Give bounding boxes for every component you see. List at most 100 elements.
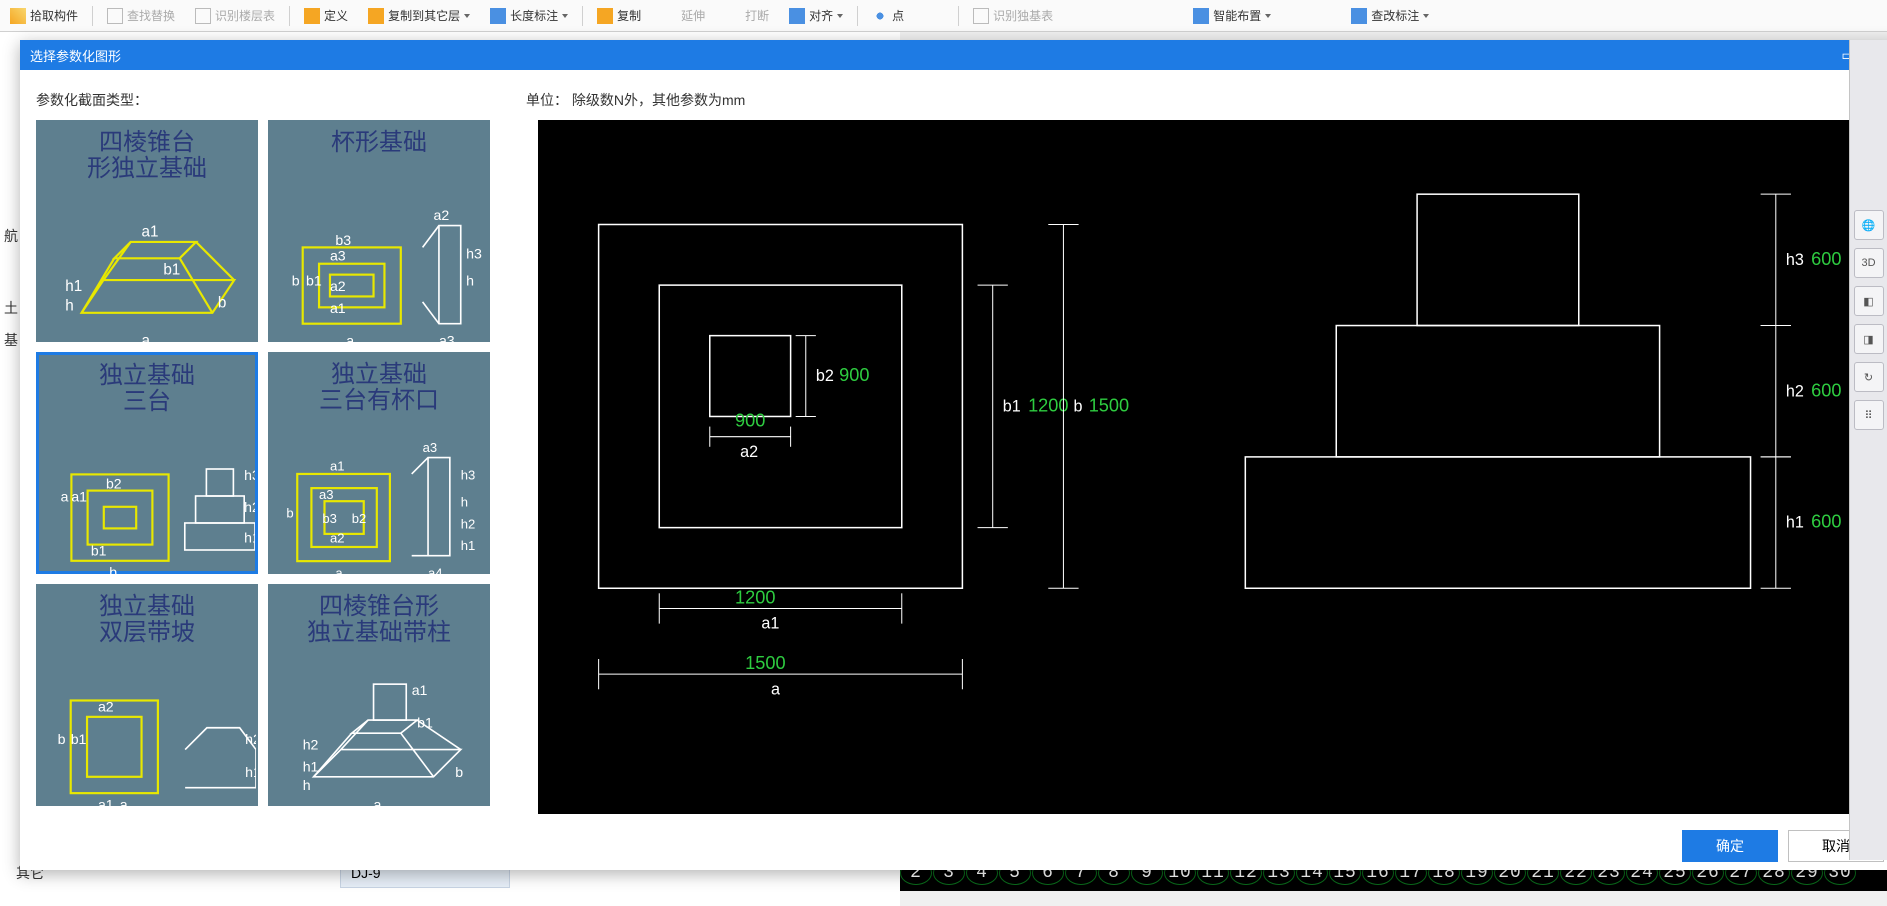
svg-text:h3: h3 (244, 467, 255, 483)
svg-text:a2: a2 (330, 279, 346, 295)
svg-text:h2: h2 (303, 738, 319, 754)
dim-a-label: a (771, 680, 780, 698)
svg-text:h2: h2 (244, 499, 255, 515)
dialog-title-bar[interactable]: 选择参数化图形 ▭ ✕ (20, 40, 1887, 70)
thumbnail-title: 四棱锥台形 独立基础带柱 (270, 586, 488, 655)
preview-canvas[interactable]: 900 a2 b2 900 12 (538, 120, 1887, 814)
tb-label: 对齐 (809, 7, 833, 24)
thumbnail-title: 独立基础 双层带坡 (38, 586, 256, 655)
thumbnail-sketch: a3b a1a3b3a2 b2aa4 h3hh2h1 (270, 414, 488, 572)
svg-text:a: a (142, 332, 151, 349)
left-panel-labels: 航 土 基 (0, 220, 22, 356)
tb-point[interactable]: 点 (862, 0, 914, 31)
dialog-footer: 确定 取消 (20, 822, 1887, 870)
thumbnail-item[interactable]: 四棱锥台形 独立基础带柱 a1b1 h2h1h ba (268, 584, 490, 806)
svg-text:a2: a2 (98, 699, 114, 715)
thumbnail-item[interactable]: 独立基础 双层带坡 bb1 a2a1a h2h1 (36, 584, 258, 806)
tb-copy[interactable]: 复制 (587, 0, 651, 31)
dialog-content: 四棱锥台 形独立基础 a1b1 h1h ba 杯形基础 a2h3h a3 bb1… (20, 120, 1887, 822)
thumbnail-item[interactable]: 四棱锥台 形独立基础 a1b1 h1h ba (36, 120, 258, 342)
thumbnail-sketch: bb1 a2a1a h2h1 (38, 646, 256, 804)
svg-text:h: h (461, 495, 468, 510)
separator (958, 6, 959, 26)
svg-text:h1: h1 (245, 765, 256, 781)
dimension-icon (490, 8, 506, 24)
svg-text:b1: b1 (163, 262, 180, 279)
tb-dimension[interactable]: 长度标注 (480, 0, 578, 31)
tb-label: 长度标注 (510, 7, 558, 24)
dialog-body: 参数化截面类型： 单位： 除级数N外，其他参数为mm 四棱锥台 形独立基础 a1… (20, 70, 1887, 870)
svg-text:a1: a1 (412, 683, 428, 699)
tb-line[interactable] (914, 0, 954, 31)
extend-icon (661, 8, 677, 24)
tb-label: 识别独基表 (993, 7, 1053, 24)
tb-label: 拾取构件 (30, 7, 78, 24)
copy-icon (597, 8, 613, 24)
dim-b1-value: 1200 (1028, 395, 1068, 415)
separator (582, 6, 583, 26)
svg-text:a3: a3 (330, 248, 346, 264)
dialog-title: 选择参数化图形 (30, 46, 121, 65)
rotate-icon[interactable]: ↻ (1854, 362, 1884, 392)
tb-extend[interactable]: 延伸 (651, 0, 715, 31)
dim-b-label: b (1074, 397, 1083, 415)
svg-text:b3: b3 (322, 511, 337, 526)
check-dim-icon (1351, 8, 1367, 24)
tb-check-dim[interactable]: 查改标注 (1341, 0, 1439, 31)
chevron-down-icon (562, 14, 568, 18)
tb-recognize-floor[interactable]: 识别楼层表 (185, 0, 285, 31)
svg-text:h: h (65, 298, 73, 315)
tb-smart-layout[interactable]: 智能布置 (1183, 0, 1281, 31)
tb-find[interactable]: 查找替换 (97, 0, 185, 31)
view-3d-icon[interactable]: 3D (1854, 248, 1884, 278)
cube-back-icon[interactable]: ◨ (1854, 324, 1884, 354)
svg-text:a1: a1 (142, 223, 159, 240)
separator (857, 6, 858, 26)
thumbnail-item[interactable]: 杯形基础 a2h3h a3 bb1 a3a2a1 b3a (268, 120, 490, 342)
svg-text:a2: a2 (433, 208, 449, 224)
thumbnails-panel[interactable]: 四棱锥台 形独立基础 a1b1 h1h ba 杯形基础 a2h3h a3 bb1… (36, 120, 526, 814)
tb-label: 查找替换 (127, 7, 175, 24)
ok-button[interactable]: 确定 (1682, 830, 1778, 862)
svg-text:h3: h3 (461, 467, 476, 482)
svg-text:b: b (292, 274, 300, 290)
tb-align[interactable]: 对齐 (779, 0, 853, 31)
globe-icon[interactable]: 🌐 (1854, 210, 1884, 240)
svg-text:h: h (303, 778, 311, 794)
chevron-down-icon (837, 14, 843, 18)
svg-text:a: a (346, 333, 354, 349)
unit-label: 单位： 除级数N外，其他参数为mm (526, 90, 1884, 110)
tb-label: 复制到其它层 (388, 7, 460, 24)
recognize-icon (973, 8, 989, 24)
thumbnail-item[interactable]: 独立基础 三台 aa1 b2b1b h3h2h1 (36, 352, 258, 574)
thumbnail-item[interactable]: 独立基础 三台有杯口 a3b a1a3b3a2 b2aa4 h3hh2h1 (268, 352, 490, 574)
tb-copy-layer[interactable]: 复制到其它层 (358, 0, 480, 31)
dim-h2-label: h2 (1786, 382, 1804, 400)
tb-pick[interactable]: 拾取构件 (0, 0, 88, 31)
svg-text:h1: h1 (244, 529, 255, 545)
svg-text:a3: a3 (423, 440, 438, 455)
svg-text:a2: a2 (330, 531, 345, 546)
tb-define[interactable]: 定义 (294, 0, 358, 31)
svg-text:b: b (455, 765, 463, 781)
svg-text:h2: h2 (461, 516, 476, 531)
svg-text:a3: a3 (439, 333, 455, 349)
cube-front-icon[interactable]: ◧ (1854, 286, 1884, 316)
keypad-icon[interactable]: ⠿ (1854, 400, 1884, 430)
dim-h1-label: h1 (1786, 514, 1804, 532)
svg-text:a: a (374, 797, 382, 813)
tb-recognize-foundation[interactable]: 识别独基表 (963, 0, 1063, 31)
chevron-down-icon (1423, 14, 1429, 18)
svg-text:b1: b1 (91, 542, 107, 558)
tb-label: 识别楼层表 (215, 7, 275, 24)
separator (289, 6, 290, 26)
right-tool-strip: 🌐 3D ◧ ◨ ↻ ⠿ (1849, 40, 1887, 860)
svg-text:b1: b1 (306, 274, 322, 290)
svg-text:a4: a4 (428, 565, 443, 580)
dialog-header: 参数化截面类型： 单位： 除级数N外，其他参数为mm (20, 70, 1887, 120)
thumbnail-sketch: aa1 b2b1b h3h2h1 (39, 415, 255, 571)
svg-text:a3: a3 (319, 487, 334, 502)
dim-b2-value: 900 (839, 365, 869, 385)
svg-text:b2: b2 (106, 475, 122, 491)
tb-break[interactable]: 打断 (715, 0, 779, 31)
